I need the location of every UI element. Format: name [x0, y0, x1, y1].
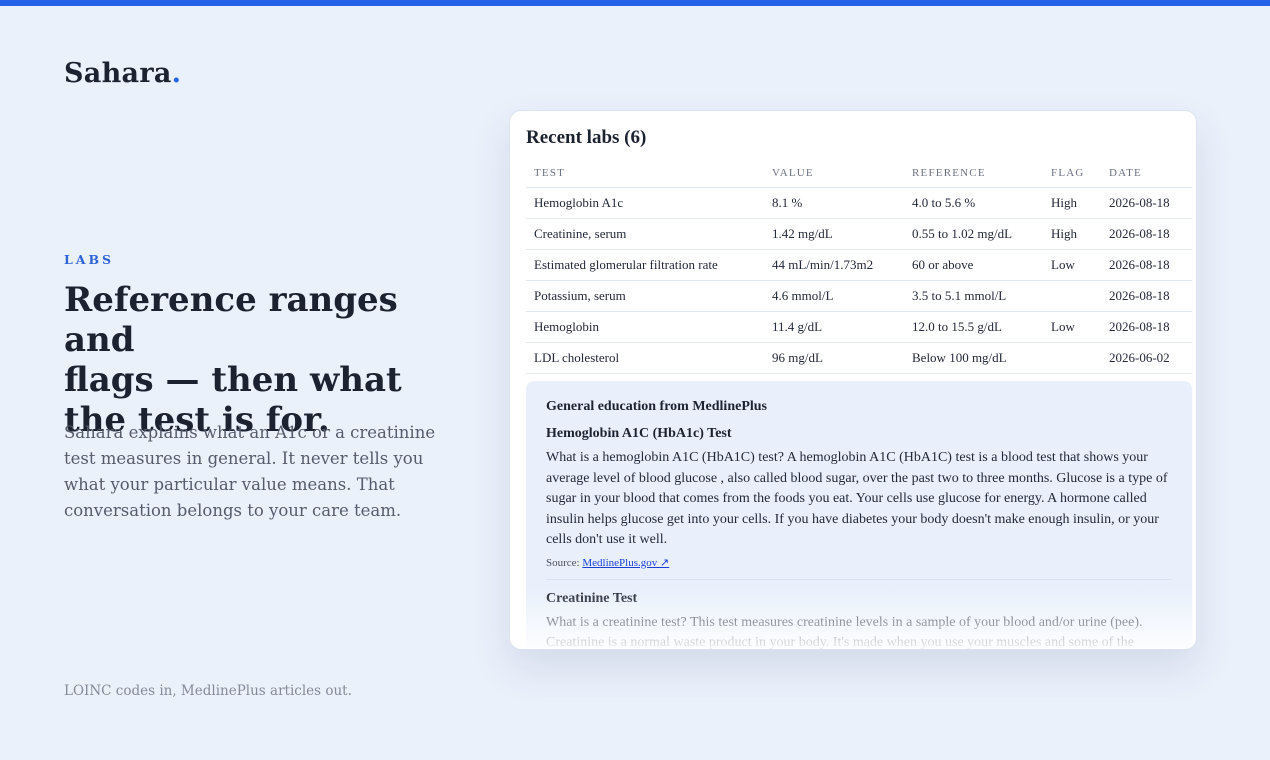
column-header-flag: FLAG	[1043, 159, 1101, 188]
cell-test: Hemoglobin A1c	[526, 187, 764, 219]
brand-dot: .	[171, 58, 182, 89]
cell-value: 96 mg/dL	[764, 342, 904, 374]
table-header-row: TEST VALUE REFERENCE FLAG DATE	[526, 159, 1192, 188]
labs-card: Recent labs (6) TEST VALUE REFERENCE FLA…	[509, 110, 1197, 650]
cell-test: Hemoglobin	[526, 311, 764, 343]
cell-flag	[1043, 280, 1101, 312]
cell-value: 11.4 g/dL	[764, 311, 904, 343]
cell-flag: High	[1043, 218, 1101, 250]
source-label: Source:	[546, 556, 580, 569]
brand-name: Sahara	[64, 58, 172, 89]
section-eyebrow: LABS	[64, 252, 115, 267]
table-row[interactable]: Hemoglobin A1c 8.1 % 4.0 to 5.6 % High 2…	[526, 187, 1192, 219]
education-article: Creatinine Test What is a creatinine tes…	[546, 590, 1172, 650]
cell-test: LDL cholesterol	[526, 342, 764, 374]
headline-line: Reference ranges and	[64, 280, 398, 360]
education-heading: General education from MedlinePlus	[546, 399, 767, 414]
card-title: Recent labs (6)	[526, 127, 647, 148]
hero-description: Sahara explains what an A1c or a creatin…	[64, 423, 436, 520]
cell-reference: 0.55 to 1.02 mg/dL	[904, 218, 1043, 250]
cell-value: 8.1 %	[764, 187, 904, 219]
article-divider	[546, 578, 1172, 580]
cell-reference: 12.0 to 15.5 g/dL	[904, 311, 1043, 343]
table-row[interactable]: LDL cholesterol 96 mg/dL Below 100 mg/dL…	[526, 342, 1192, 374]
cell-reference: 4.0 to 5.6 %	[904, 187, 1043, 219]
source-link[interactable]: MedlinePlus.gov ↗	[582, 557, 669, 569]
headline-line: flags — then what	[64, 360, 402, 400]
cell-flag: High	[1043, 187, 1101, 219]
column-header-value: VALUE	[764, 159, 904, 188]
article-source: Source: MedlinePlus.gov ↗	[546, 556, 1172, 569]
table-row[interactable]: Hemoglobin 11.4 g/dL 12.0 to 15.5 g/dL L…	[526, 311, 1192, 343]
column-header-reference: REFERENCE	[904, 159, 1043, 188]
table-row[interactable]: Potassium, serum 4.6 mmol/L 3.5 to 5.1 m…	[526, 280, 1192, 312]
cell-reference: 3.5 to 5.1 mmol/L	[904, 280, 1043, 312]
cell-date: 2026-08-18	[1101, 311, 1192, 343]
brand-logo[interactable]: Sahara.	[64, 58, 181, 89]
cell-test: Creatinine, serum	[526, 218, 764, 250]
cell-date: 2026-06-02	[1101, 342, 1192, 374]
hero-headline: Reference ranges and flags — then what t…	[64, 280, 464, 440]
cell-test: Estimated glomerular filtration rate	[526, 249, 764, 281]
cell-reference: Below 100 mg/dL	[904, 342, 1043, 374]
education-article: Hemoglobin A1C (HbA1c) Test What is a he…	[546, 426, 1172, 569]
cell-value: 4.6 mmol/L	[764, 280, 904, 312]
cell-reference: 60 or above	[904, 249, 1043, 281]
footnote: LOINC codes in, MedlinePlus articles out…	[64, 683, 352, 699]
cell-date: 2026-08-18	[1101, 280, 1192, 312]
article-title: Creatinine Test	[546, 590, 638, 606]
table-row[interactable]: Estimated glomerular filtration rate 44 …	[526, 249, 1192, 281]
cell-test: Potassium, serum	[526, 280, 764, 312]
article-body: What is a creatinine test? This test mea…	[546, 614, 1143, 650]
article-body: What is a hemoglobin A1C (HbA1C) test? A…	[546, 450, 1168, 547]
top-accent-bar	[0, 0, 1270, 6]
table-row[interactable]: Creatinine, serum 1.42 mg/dL 0.55 to 1.0…	[526, 218, 1192, 250]
article-title: Hemoglobin A1C (HbA1c) Test	[546, 426, 732, 441]
cell-date: 2026-08-18	[1101, 218, 1192, 250]
cell-flag: Low	[1043, 249, 1101, 281]
cell-flag: Low	[1043, 311, 1101, 343]
cell-value: 1.42 mg/dL	[764, 218, 904, 250]
cell-date: 2026-08-18	[1101, 187, 1192, 219]
labs-table: TEST VALUE REFERENCE FLAG DATE Hemoglobi…	[526, 159, 1192, 374]
cell-flag	[1043, 342, 1101, 374]
education-panel: General education from MedlinePlus Hemog…	[526, 381, 1192, 650]
column-header-test: TEST	[526, 159, 764, 188]
cell-date: 2026-08-18	[1101, 249, 1192, 281]
cell-value: 44 mL/min/1.73m2	[764, 249, 904, 281]
column-header-date: DATE	[1101, 159, 1192, 188]
